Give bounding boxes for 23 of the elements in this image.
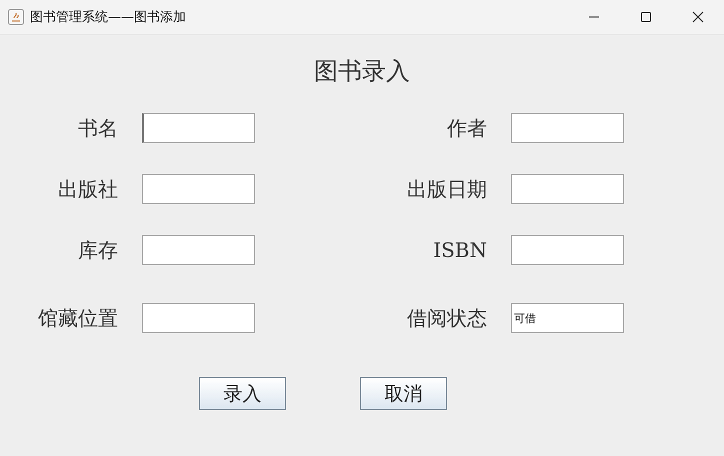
field-label: ISBN (433, 237, 487, 264)
field-label: 书名 (78, 115, 118, 142)
window-title: 图书管理系统——图书添加 (30, 9, 187, 26)
close-icon (692, 11, 704, 23)
app-icon (8, 9, 24, 25)
input-field[interactable]: 可借 (511, 303, 624, 333)
maximize-icon (640, 11, 652, 23)
input-field[interactable] (142, 174, 255, 204)
input-field[interactable] (142, 113, 255, 143)
field-label: 馆藏位置 (38, 305, 118, 332)
cancel-button[interactable]: 取消 (360, 377, 447, 410)
field-label: 出版日期 (407, 176, 487, 203)
field-label: 作者 (447, 115, 487, 142)
field-label: 借阅状态 (407, 305, 487, 332)
input-field[interactable] (142, 303, 255, 333)
input-field[interactable] (511, 235, 624, 265)
form-heading: 图书录入 (313, 56, 411, 87)
input-field[interactable] (142, 235, 255, 265)
input-field[interactable] (511, 174, 624, 204)
input-field[interactable] (511, 113, 624, 143)
field-label: 出版社 (58, 176, 118, 203)
submit-button[interactable]: 录入 (199, 377, 286, 410)
field-label: 库存 (78, 237, 118, 264)
